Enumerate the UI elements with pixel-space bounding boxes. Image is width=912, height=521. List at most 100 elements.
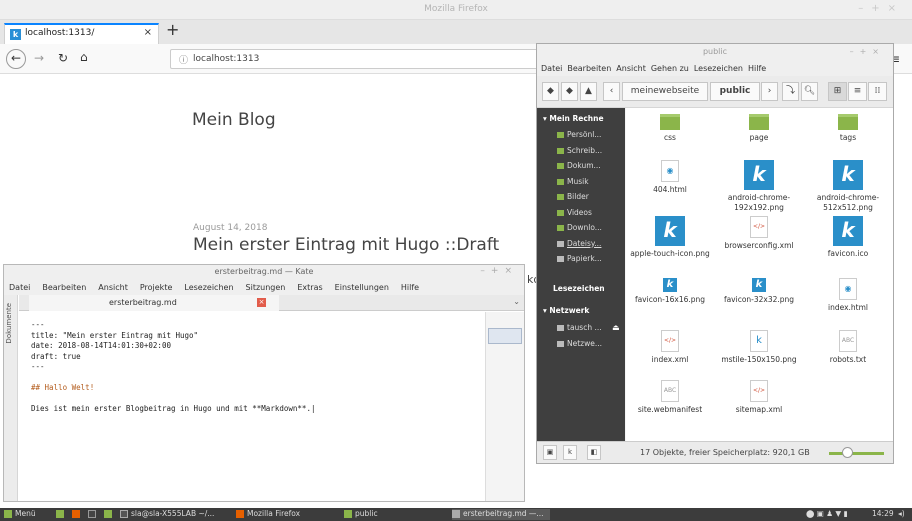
- editor-line[interactable]: [31, 394, 472, 405]
- file-item[interactable]: k favicon.ico: [804, 216, 892, 259]
- toggle-location-icon[interactable]: ⤵: [782, 82, 799, 101]
- file-item[interactable]: k mstile-150x150.png: [715, 330, 803, 365]
- kate-menu-6[interactable]: Extras: [297, 283, 322, 292]
- text-editor[interactable]: --- title: "Mein erster Eintrag mit Hugo"…: [19, 312, 484, 501]
- editor-line[interactable]: ---: [31, 362, 472, 373]
- kate-menu-3[interactable]: Projekte: [140, 283, 173, 292]
- file-manager-menu-5[interactable]: Hilfe: [748, 64, 766, 73]
- kate-documents-sidebar[interactable]: Dokumente: [4, 295, 18, 501]
- home-icon[interactable]: ⌂: [80, 50, 88, 64]
- file-manager-menu-1[interactable]: Bearbeiten: [567, 64, 611, 73]
- sidebar-item-computer[interactable]: Bilder: [557, 192, 589, 201]
- taskbar-item-firefox[interactable]: Mozilla Firefox: [236, 509, 300, 518]
- taskbar-item-public[interactable]: public: [344, 509, 378, 518]
- show-desktop-icon[interactable]: [56, 509, 67, 518]
- file-item[interactable]: </> browserconfig.xml: [715, 216, 803, 251]
- zoom-slider-knob[interactable]: [842, 447, 853, 458]
- back-icon[interactable]: ◆: [542, 82, 559, 101]
- path-button-public[interactable]: public: [710, 82, 760, 101]
- sidebar-item-computer[interactable]: Schreib...: [557, 146, 602, 155]
- file-manager-window-controls[interactable]: –+×: [850, 47, 885, 56]
- kate-menu-8[interactable]: Hilfe: [401, 283, 419, 292]
- kate-menu-4[interactable]: Lesezeichen: [184, 283, 233, 292]
- reload-icon[interactable]: ↻: [58, 51, 68, 65]
- url-bar[interactable]: ⓘ localhost:1313: [170, 49, 570, 69]
- volume-icon[interactable]: ◂): [898, 509, 905, 518]
- file-manager-menu-4[interactable]: Lesezeichen: [694, 64, 743, 73]
- file-item[interactable]: tags: [804, 114, 892, 143]
- file-item[interactable]: </> sitemap.xml: [715, 380, 803, 415]
- chevron-right-icon[interactable]: ›: [761, 82, 778, 101]
- folder-launcher-icon[interactable]: [104, 509, 115, 518]
- file-item[interactable]: css: [626, 114, 714, 143]
- kate-menu-1[interactable]: Bearbeiten: [42, 283, 86, 292]
- documents-sidebar-label[interactable]: Dokumente: [5, 303, 13, 344]
- hide-sidebar-icon[interactable]: ◧: [587, 445, 601, 460]
- firefox-tab[interactable]: k localhost:1313/ ×: [4, 23, 159, 44]
- search-icon[interactable]: 🔍︎: [801, 82, 818, 101]
- file-manager-menu-2[interactable]: Ansicht: [616, 64, 646, 73]
- sidebar-item-computer[interactable]: Videos: [557, 208, 592, 217]
- editor-line[interactable]: title: "Mein erster Eintrag mit Hugo": [31, 331, 472, 342]
- start-menu-button[interactable]: Menü: [4, 509, 36, 518]
- sidebar-header-bookmarks[interactable]: Lesezeichen: [543, 284, 605, 293]
- sidebar-item-network[interactable]: Netzwe...: [557, 339, 602, 348]
- file-item[interactable]: k android-chrome-192x192.png: [715, 160, 803, 213]
- sidebar-header-network[interactable]: ▾ Netzwerk: [543, 306, 589, 315]
- kate-tab[interactable]: ersterbeitrag.md ×: [29, 295, 279, 311]
- info-icon[interactable]: ⓘ: [179, 53, 188, 66]
- kate-menu-7[interactable]: Einstellungen: [335, 283, 389, 292]
- list-view-icon[interactable]: ≡: [848, 82, 867, 101]
- file-item[interactable]: ◉ 404.html: [626, 160, 714, 195]
- file-item[interactable]: k apple-touch-icon.png: [626, 216, 714, 259]
- back-icon[interactable]: ←: [6, 49, 26, 69]
- sidebar-header-computer[interactable]: ▾ Mein Rechne: [543, 114, 604, 123]
- taskbar-item-terminal[interactable]: sla@sla-X555LAB ~/...: [120, 509, 214, 518]
- minimap-viewport[interactable]: [488, 328, 522, 344]
- editor-line[interactable]: ## Hallo Welt!: [31, 383, 472, 394]
- places-icon[interactable]: ▣: [543, 445, 557, 460]
- file-item[interactable]: k favicon-32x32.png: [715, 278, 803, 305]
- file-item[interactable]: ABC site.webmanifest: [626, 380, 714, 415]
- file-item[interactable]: k android-chrome-512x512.png: [804, 160, 892, 213]
- firefox-launcher-icon[interactable]: [72, 509, 83, 518]
- editor-line[interactable]: [31, 373, 472, 384]
- file-manager-menu-0[interactable]: Datei: [541, 64, 562, 73]
- sidebar-item-computer[interactable]: Papierk...: [557, 254, 602, 263]
- kate-menu-2[interactable]: Ansicht: [98, 283, 128, 292]
- editor-line[interactable]: Dies ist mein erster Blogbeitrag in Hugo…: [31, 404, 472, 415]
- up-icon[interactable]: ▲: [580, 82, 597, 101]
- sidebar-item-network[interactable]: tausch ...: [557, 323, 602, 332]
- minimap[interactable]: [485, 312, 524, 501]
- terminal-launcher-icon[interactable]: [88, 509, 99, 518]
- chevron-down-icon[interactable]: ⌄: [513, 297, 520, 306]
- kate-tab-close-icon[interactable]: ×: [257, 298, 266, 307]
- sidebar-item-computer[interactable]: Musik: [557, 177, 589, 186]
- forward-icon[interactable]: ◆: [561, 82, 578, 101]
- file-item[interactable]: ABC robots.txt: [804, 330, 892, 365]
- kate-window-controls[interactable]: –+×: [480, 266, 518, 276]
- file-item[interactable]: </> index.xml: [626, 330, 714, 365]
- kate-menu-5[interactable]: Sitzungen: [246, 283, 286, 292]
- eject-icon[interactable]: ⏏: [612, 323, 620, 332]
- editor-line[interactable]: draft: true: [31, 352, 472, 363]
- sidebar-item-computer[interactable]: Persönl...: [557, 130, 601, 139]
- sidebar-item-computer[interactable]: Dateisy...: [557, 239, 601, 248]
- firefox-window-controls[interactable]: –+×: [858, 3, 904, 14]
- kate-menu-0[interactable]: Datei: [9, 283, 30, 292]
- forward-icon[interactable]: →: [34, 51, 44, 65]
- path-button-meinewebseite[interactable]: meinewebseite: [622, 82, 708, 101]
- file-item[interactable]: k favicon-16x16.png: [626, 278, 714, 305]
- sidebar-item-computer[interactable]: Dokum...: [557, 161, 601, 170]
- file-item[interactable]: page: [715, 114, 803, 143]
- blog-title[interactable]: Mein Blog: [192, 110, 276, 130]
- zoom-slider[interactable]: [829, 452, 884, 455]
- compact-view-icon[interactable]: ⁞⁞: [868, 82, 887, 101]
- editor-line[interactable]: ---: [31, 320, 472, 331]
- tray-icons[interactable]: ⬤ ▣ ♟ ▼ ▮: [806, 509, 848, 518]
- tree-icon[interactable]: k: [563, 445, 577, 460]
- editor-line[interactable]: date: 2018-08-14T14:01:30+02:00: [31, 341, 472, 352]
- chevron-left-icon[interactable]: ‹: [603, 82, 620, 101]
- taskbar-item-kate[interactable]: ersterbeitrag.md —...: [452, 509, 550, 520]
- new-tab-button[interactable]: +: [166, 20, 179, 39]
